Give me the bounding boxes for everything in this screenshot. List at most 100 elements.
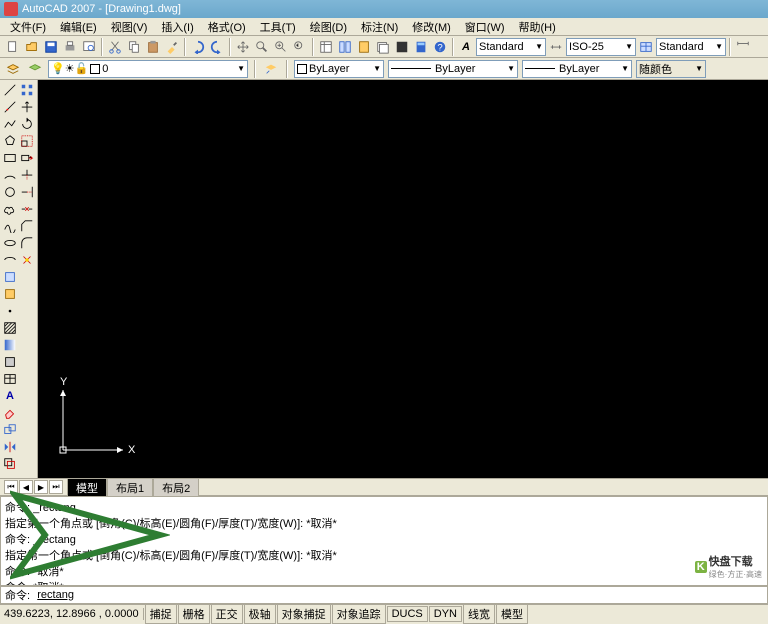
- mirror-icon[interactable]: [2, 439, 18, 455]
- array-icon[interactable]: [19, 82, 35, 98]
- sheet-set-icon[interactable]: [374, 38, 392, 56]
- table-style-icon[interactable]: [637, 38, 655, 56]
- dim-style-icon[interactable]: [547, 38, 565, 56]
- osnap-toggle[interactable]: 对象捕捉: [277, 604, 331, 624]
- cut-icon[interactable]: [106, 38, 124, 56]
- dim-style-dropdown[interactable]: ISO-25▼: [566, 38, 636, 56]
- menu-edit[interactable]: 编辑(E): [54, 18, 103, 36]
- pan-icon[interactable]: [234, 38, 252, 56]
- command-history[interactable]: 命令: _rectang 指定第一个角点或 [倒角(C)/标高(E)/圆角(F)…: [0, 496, 768, 586]
- layer-previous-icon[interactable]: [262, 60, 280, 78]
- zoom-window-icon[interactable]: [272, 38, 290, 56]
- revcloud-icon[interactable]: [2, 201, 18, 217]
- arc-icon[interactable]: [2, 167, 18, 183]
- stretch-icon[interactable]: [19, 150, 35, 166]
- match-properties-icon[interactable]: [163, 38, 181, 56]
- insert-block-icon[interactable]: [2, 269, 18, 285]
- grid-toggle[interactable]: 栅格: [178, 604, 210, 624]
- copy-obj-icon[interactable]: [2, 422, 18, 438]
- menu-window[interactable]: 窗口(W): [459, 18, 511, 36]
- gradient-icon[interactable]: [2, 337, 18, 353]
- menu-format[interactable]: 格式(O): [202, 18, 252, 36]
- ducs-toggle[interactable]: DUCS: [387, 606, 428, 622]
- hatch-icon[interactable]: [2, 320, 18, 336]
- polyline-icon[interactable]: [2, 116, 18, 132]
- open-icon[interactable]: [23, 38, 41, 56]
- make-block-icon[interactable]: [2, 286, 18, 302]
- rectangle-icon[interactable]: [2, 150, 18, 166]
- spline-icon[interactable]: [2, 218, 18, 234]
- ellipse-arc-icon[interactable]: [2, 252, 18, 268]
- model-toggle[interactable]: 模型: [496, 604, 528, 624]
- dimension-icon[interactable]: [734, 38, 752, 56]
- trim-icon[interactable]: [19, 167, 35, 183]
- menu-help[interactable]: 帮助(H): [513, 18, 562, 36]
- design-center-icon[interactable]: [336, 38, 354, 56]
- polygon-icon[interactable]: [2, 133, 18, 149]
- menu-draw[interactable]: 绘图(D): [304, 18, 353, 36]
- plot-preview-icon[interactable]: [80, 38, 98, 56]
- move-icon[interactable]: [19, 99, 35, 115]
- coordinates-display[interactable]: 439.6223, 12.8966 , 0.0000: [0, 608, 144, 620]
- properties-icon[interactable]: [317, 38, 335, 56]
- copy-icon[interactable]: [125, 38, 143, 56]
- dyn-toggle[interactable]: DYN: [429, 606, 462, 622]
- layer-properties-icon[interactable]: [4, 60, 22, 78]
- rotate-icon[interactable]: [19, 116, 35, 132]
- zoom-realtime-icon[interactable]: [253, 38, 271, 56]
- tool-palettes-icon[interactable]: [355, 38, 373, 56]
- layer-states-icon[interactable]: [26, 60, 44, 78]
- explode-icon[interactable]: [19, 252, 35, 268]
- undo-icon[interactable]: [189, 38, 207, 56]
- polar-toggle[interactable]: 极轴: [244, 604, 276, 624]
- offset-icon[interactable]: [2, 456, 18, 472]
- layer-dropdown[interactable]: 💡 ☀ 🔓 0▼: [48, 60, 248, 78]
- menu-tools[interactable]: 工具(T): [254, 18, 302, 36]
- menu-insert[interactable]: 插入(I): [155, 18, 199, 36]
- command-input[interactable]: 命令: rectang: [0, 586, 768, 604]
- linetype-dropdown[interactable]: ByLayer▼: [388, 60, 518, 78]
- markup-icon[interactable]: [393, 38, 411, 56]
- color-dropdown[interactable]: ByLayer▼: [294, 60, 384, 78]
- redo-icon[interactable]: [208, 38, 226, 56]
- save-icon[interactable]: [42, 38, 60, 56]
- erase-icon[interactable]: [2, 405, 18, 421]
- lwt-toggle[interactable]: 线宽: [463, 604, 495, 624]
- chamfer-icon[interactable]: [19, 218, 35, 234]
- mtext-icon[interactable]: A: [2, 388, 18, 404]
- scale-icon[interactable]: [19, 133, 35, 149]
- circle-icon[interactable]: [2, 184, 18, 200]
- snap-toggle[interactable]: 捕捉: [145, 604, 177, 624]
- tab-layout1[interactable]: 布局1: [107, 478, 153, 497]
- fillet-icon[interactable]: [19, 235, 35, 251]
- break-icon[interactable]: [19, 201, 35, 217]
- help-icon[interactable]: ?: [431, 38, 449, 56]
- table-style-dropdown[interactable]: Standard▼: [656, 38, 726, 56]
- xline-icon[interactable]: [2, 99, 18, 115]
- new-icon[interactable]: [4, 38, 22, 56]
- table-icon[interactable]: [2, 371, 18, 387]
- menu-modify[interactable]: 修改(M): [406, 18, 457, 36]
- tab-layout2[interactable]: 布局2: [153, 478, 199, 497]
- region-icon[interactable]: [2, 354, 18, 370]
- text-style-dropdown[interactable]: Standard▼: [476, 38, 546, 56]
- plotstyle-dropdown[interactable]: 随颜色▼: [636, 60, 706, 78]
- menu-dimension[interactable]: 标注(N): [355, 18, 404, 36]
- ellipse-icon[interactable]: [2, 235, 18, 251]
- extend-icon[interactable]: [19, 184, 35, 200]
- text-style-icon[interactable]: A: [457, 38, 475, 56]
- tab-first-icon[interactable]: ⏮: [4, 480, 18, 494]
- otrack-toggle[interactable]: 对象追踪: [332, 604, 386, 624]
- point-icon[interactable]: [2, 303, 18, 319]
- calc-icon[interactable]: [412, 38, 430, 56]
- tab-next-icon[interactable]: ▶: [34, 480, 48, 494]
- zoom-previous-icon[interactable]: [291, 38, 309, 56]
- tab-prev-icon[interactable]: ◀: [19, 480, 33, 494]
- print-icon[interactable]: [61, 38, 79, 56]
- tab-model[interactable]: 模型: [67, 478, 107, 497]
- drawing-viewport[interactable]: X Y: [38, 80, 768, 478]
- menu-file[interactable]: 文件(F): [4, 18, 52, 36]
- menu-view[interactable]: 视图(V): [105, 18, 154, 36]
- ortho-toggle[interactable]: 正交: [211, 604, 243, 624]
- lineweight-dropdown[interactable]: ByLayer▼: [522, 60, 632, 78]
